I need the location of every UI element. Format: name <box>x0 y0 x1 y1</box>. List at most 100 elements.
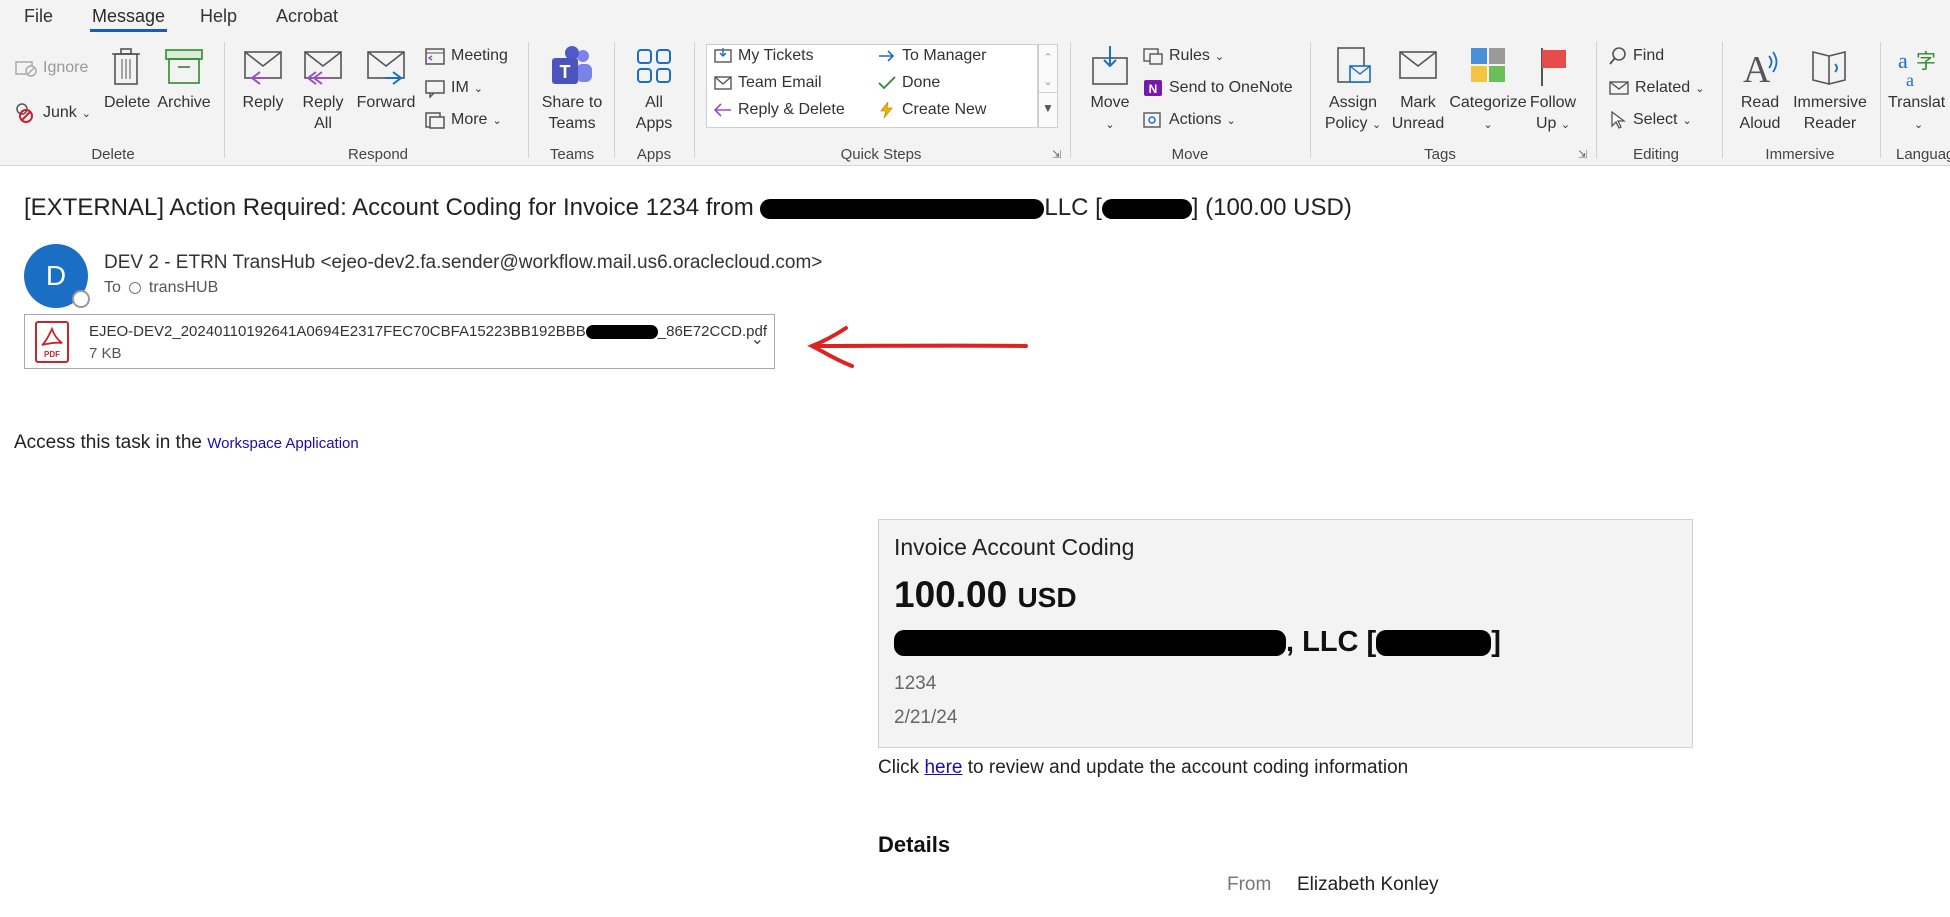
chat-icon <box>425 80 445 98</box>
reply-all-button[interactable]: Reply All <box>298 44 348 134</box>
presence-dot-icon <box>128 282 141 294</box>
svg-text:PDF: PDF <box>44 350 60 359</box>
rules-button[interactable]: Rules ⌄ <box>1142 46 1224 66</box>
tab-file[interactable]: File <box>22 6 55 27</box>
categorize-button[interactable]: Categorize ⌄ <box>1448 44 1528 136</box>
inbox-icon <box>714 48 732 63</box>
move-button[interactable]: Move ⌄ <box>1084 44 1136 136</box>
chevron-down-icon: ⌄ <box>1682 114 1692 127</box>
chevron-up-icon[interactable]: ⌃ <box>1039 45 1057 72</box>
meeting-button[interactable]: Meeting <box>424 46 508 66</box>
all-apps-button[interactable]: All Apps <box>624 44 684 134</box>
quick-step-my-tickets[interactable]: My Tickets <box>713 47 814 65</box>
to-label: To <box>104 279 121 296</box>
details-heading: Details <box>878 832 951 857</box>
actions-button[interactable]: Actions ⌄ <box>1142 110 1236 130</box>
reply-all-icon <box>304 51 342 85</box>
expand-gallery-icon[interactable]: ▼ <box>1039 92 1057 123</box>
junk-button[interactable]: Junk ⌄ <box>14 102 91 124</box>
group-label-tags: Tags <box>1424 146 1456 163</box>
mark-unread-button[interactable]: Mark Unread <box>1390 44 1446 134</box>
translate-button[interactable]: a字a Translat ⌄ <box>1888 44 1950 136</box>
quick-step-reply-delete[interactable]: Reply & Delete <box>713 101 845 119</box>
email-subject: [EXTERNAL] Action Required: Account Codi… <box>24 194 1352 221</box>
ribbon-tabs: File Message Help Acrobat <box>0 0 1950 36</box>
quick-steps-scroll[interactable]: ⌃ ⌄ ▼ <box>1038 44 1058 128</box>
move-icon <box>1092 46 1128 85</box>
chevron-down-icon: ⌄ <box>1105 119 1115 131</box>
select-button[interactable]: Select ⌄ <box>1608 110 1692 130</box>
quick-step-create-new[interactable]: Create New <box>877 101 986 119</box>
redaction <box>1101 198 1192 219</box>
tab-message[interactable]: Message <box>90 6 168 32</box>
delete-button[interactable]: Delete <box>104 44 150 113</box>
assign-policy-button[interactable]: Assign Policy ⌄ <box>1322 44 1384 136</box>
invoice-currency: USD <box>1017 582 1077 613</box>
invoice-number: 1234 <box>894 673 937 694</box>
reply-button[interactable]: Reply <box>238 44 288 113</box>
search-icon <box>1609 47 1626 65</box>
invoice-date: 2/21/24 <box>894 707 958 728</box>
ribbon-divider <box>694 42 695 158</box>
immersive-reader-button[interactable]: Immersive Reader <box>1790 44 1870 134</box>
forward-button[interactable]: Forward <box>356 44 416 113</box>
ribbon-divider <box>1310 42 1311 158</box>
share-to-teams-button[interactable]: T Share to Teams <box>536 44 608 134</box>
im-button[interactable]: IM ⌄ <box>424 78 483 98</box>
svg-text:字: 字 <box>1916 49 1936 73</box>
workspace-application-link[interactable]: Workspace Application <box>207 435 358 452</box>
translate-icon: a 字a <box>1898 48 1936 88</box>
group-label-delete: Delete <box>91 146 135 163</box>
attachment-size: 7 KB <box>89 345 122 362</box>
chevron-down-icon: ⌄ <box>1560 119 1571 131</box>
apps-grid-icon <box>637 49 671 83</box>
find-button[interactable]: Find <box>1608 46 1664 66</box>
categorize-icon <box>1471 48 1505 82</box>
group-label-language: Languag <box>1896 146 1950 163</box>
chevron-down-icon: ⌄ <box>1483 119 1493 131</box>
review-here-link[interactable]: here <box>924 757 962 778</box>
svg-text:a: a <box>1906 70 1914 88</box>
attachment-card[interactable]: PDF EJEO-DEV2_20240110192641A0694E2317FE… <box>24 314 775 369</box>
related-button[interactable]: Related ⌄ <box>1608 78 1704 98</box>
chevron-down-icon: ⌄ <box>1371 119 1382 131</box>
more-respond-button[interactable]: More ⌄ <box>424 110 502 130</box>
card-title: Invoice Account Coding <box>894 534 1135 560</box>
send-to-onenote-button[interactable]: N Send to OneNote <box>1142 78 1293 98</box>
dialog-launcher-icon[interactable]: ⇲ <box>1052 148 1061 161</box>
forward-icon <box>367 51 405 85</box>
ribbon: Ignore Junk ⌄ Delete Archive Delete Repl… <box>0 36 1950 166</box>
ribbon-divider <box>614 42 615 158</box>
group-label-editing: Editing <box>1633 146 1679 163</box>
quick-steps-gallery: My Tickets To Manager Team Email Done Re… <box>706 44 1038 128</box>
archive-button[interactable]: Archive <box>154 44 214 113</box>
chevron-down-icon[interactable]: ⌄ <box>1039 72 1057 92</box>
svg-text:T: T <box>560 62 571 82</box>
chevron-down-icon[interactable]: ⌄ <box>751 329 764 349</box>
trash-icon <box>112 48 140 85</box>
ribbon-divider <box>528 42 529 158</box>
recipient-name[interactable]: transHUB <box>149 279 218 297</box>
dialog-launcher-icon[interactable]: ⇲ <box>1578 148 1587 161</box>
sender-address[interactable]: DEV 2 - ETRN TransHub <ejeo-dev2.fa.send… <box>104 252 822 274</box>
quick-step-team-email[interactable]: Team Email <box>713 74 822 92</box>
redaction <box>894 630 1286 657</box>
chevron-down-icon: ⌄ <box>1914 119 1924 131</box>
ignore-button[interactable]: Ignore <box>14 58 88 78</box>
tab-acrobat[interactable]: Acrobat <box>274 6 340 27</box>
review-instruction: Click here to review and update the acco… <box>878 757 1409 778</box>
quick-step-done[interactable]: Done <box>877 74 940 92</box>
quick-step-to-manager[interactable]: To Manager <box>877 47 987 65</box>
tab-help[interactable]: Help <box>198 6 239 27</box>
group-label-apps: Apps <box>636 146 672 163</box>
svg-text:A: A <box>1743 49 1771 88</box>
group-label-quick-steps: Quick Steps <box>840 146 922 163</box>
group-label-immersive: Immersive <box>1765 146 1835 163</box>
chevron-down-icon: ⌄ <box>1695 82 1705 95</box>
invoice-card: Invoice Account Coding 100.00 USD , LLC … <box>878 519 1693 748</box>
read-aloud-icon: A <box>1743 49 1778 88</box>
read-aloud-button[interactable]: A Read Aloud <box>1732 44 1788 134</box>
reply-icon <box>244 51 282 85</box>
follow-up-button[interactable]: Follow Up ⌄ <box>1526 44 1580 136</box>
lightning-icon <box>880 101 893 119</box>
